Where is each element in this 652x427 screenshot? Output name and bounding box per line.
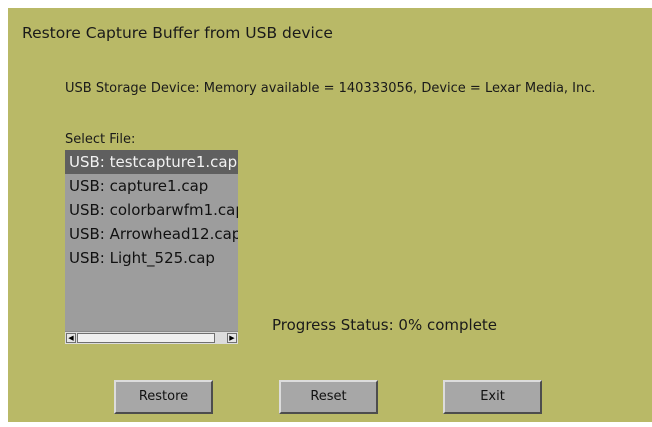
file-item[interactable]: USB: capture1.cap <box>65 174 238 198</box>
exit-button[interactable]: Exit <box>443 380 542 414</box>
reset-button[interactable]: Reset <box>279 380 378 414</box>
file-list[interactable]: USB: testcapture1.cap USB: capture1.cap … <box>65 150 238 344</box>
usb-device-info: USB Storage Device: Memory available = 1… <box>65 81 596 96</box>
scroll-left-arrow-icon[interactable]: ◀ <box>66 333 76 343</box>
file-item[interactable]: USB: colorbarwfm1.cap <box>65 198 238 222</box>
file-item[interactable]: USB: Light_525.cap <box>65 246 238 270</box>
dialog-title: Restore Capture Buffer from USB device <box>22 24 333 42</box>
horizontal-scrollbar[interactable]: ◀ ▶ <box>65 331 238 344</box>
scroll-thumb[interactable] <box>77 333 215 343</box>
progress-status: Progress Status: 0% complete <box>272 316 498 334</box>
file-item[interactable]: USB: Arrowhead12.cap <box>65 222 238 246</box>
select-file-label: Select File: <box>65 132 136 147</box>
file-item[interactable]: USB: testcapture1.cap <box>65 150 238 174</box>
restore-dialog: Restore Capture Buffer from USB device U… <box>8 8 652 422</box>
scroll-right-arrow-icon[interactable]: ▶ <box>227 333 237 343</box>
restore-button[interactable]: Restore <box>114 380 213 414</box>
